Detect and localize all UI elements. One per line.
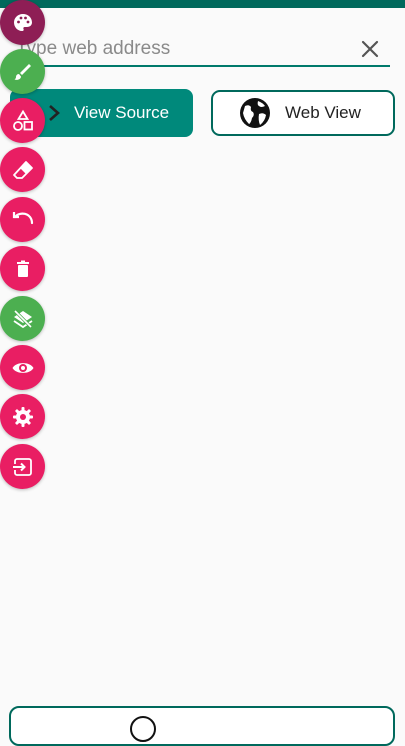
brush-icon xyxy=(14,63,31,80)
delete-button[interactable] xyxy=(0,246,45,291)
eye-icon xyxy=(12,362,33,373)
trash-icon xyxy=(16,260,29,277)
exit-icon xyxy=(12,457,32,476)
view-source-label: View Source xyxy=(74,103,170,122)
web-view-button[interactable]: Web View xyxy=(211,90,395,136)
shapes-icon xyxy=(12,109,33,131)
layers-off-icon xyxy=(13,309,32,328)
exit-button[interactable] xyxy=(0,444,45,489)
layers-off-button[interactable] xyxy=(0,296,45,341)
undo-button[interactable] xyxy=(0,197,45,242)
url-input[interactable] xyxy=(16,33,346,65)
shapes-button[interactable] xyxy=(0,98,45,143)
close-icon[interactable] xyxy=(358,37,382,61)
status-bar xyxy=(0,0,405,8)
gear-icon xyxy=(12,406,33,427)
globe-icon xyxy=(240,98,270,128)
eraser-button[interactable] xyxy=(0,147,45,192)
eraser-icon xyxy=(12,160,33,179)
address-bar xyxy=(16,33,390,67)
web-view-label: Web View xyxy=(285,103,361,122)
preview-button[interactable] xyxy=(0,345,45,390)
palette-button[interactable] xyxy=(0,0,45,45)
brush-button[interactable] xyxy=(0,49,45,94)
palette-icon xyxy=(13,13,32,31)
settings-button[interactable] xyxy=(0,394,45,439)
chevron-right-icon xyxy=(49,105,60,121)
bottom-action-button[interactable] xyxy=(9,706,395,746)
undo-icon xyxy=(12,211,33,224)
